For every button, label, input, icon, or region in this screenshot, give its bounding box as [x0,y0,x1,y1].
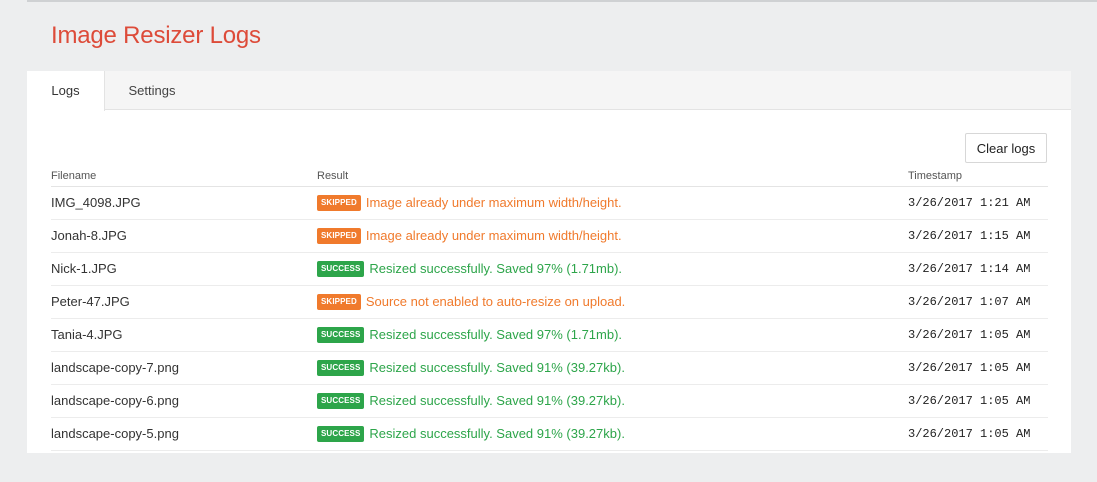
filename-cell: Peter-47.JPG [51,285,317,319]
timestamp-cell: 3/26/2017 1:05 AM [908,417,1048,451]
clear-logs-button[interactable]: Clear logs [965,133,1047,163]
top-divider [27,0,1097,2]
logs-table-body: IMG_4098.JPG SKIPPED Image already under m… [51,186,1048,451]
table-row: Nick-1.JPG SUCCESS Resized successfully. S… [51,252,1048,286]
success-status-badge: SUCCESS [317,260,365,277]
result-cell: SKIPPED Image already under maximum width… [317,219,908,253]
result-cell: SUCCESS Resized successfully. Saved 97% (… [317,252,908,286]
table-row: landscape-copy-7.png SUCCESS Resized succe… [51,351,1048,385]
timestamp-cell: 3/26/2017 1:05 AM [908,351,1048,385]
result-cell: SUCCESS Resized successfully. Saved 97% (… [317,318,908,352]
timestamp-cell: 3/26/2017 1:21 AM [908,186,1048,220]
filename-cell: Nick-1.JPG [51,252,317,286]
table-row: Jonah-8.JPG SKIPPED Image already under ma… [51,219,1048,253]
skipped-status-badge: SKIPPED [317,194,361,211]
result-message: Image already under maximum width/height… [365,195,622,211]
success-status-badge: SUCCESS [317,392,365,409]
tab-bar: Logs Settings [27,71,1071,111]
timestamp-cell: 3/26/2017 1:05 AM [908,318,1048,352]
result-message: Resized successfully. Saved 97% (1.71mb)… [369,327,623,343]
success-status-badge: SUCCESS [317,425,365,442]
success-status-badge: SUCCESS [317,359,365,376]
logs-panel: Logs Settings Clear logs Filename Result… [27,71,1071,453]
result-cell: SUCCESS Resized successfully. Saved 91% (… [317,417,908,451]
column-header-result: Result [317,166,908,187]
table-header-row: Filename Result Timestamp [51,166,1048,187]
filename-cell: Jonah-8.JPG [51,219,317,253]
timestamp-cell: 3/26/2017 1:15 AM [908,219,1048,253]
skipped-status-badge: SKIPPED [317,227,361,244]
timestamp-cell: 3/26/2017 1:14 AM [908,252,1048,286]
result-message: Image already under maximum width/height… [365,228,622,244]
tab-logs[interactable]: Logs [27,71,105,111]
success-status-badge: SUCCESS [317,326,365,343]
filename-cell: landscape-copy-6.png [51,384,317,418]
filename-cell: landscape-copy-5.png [51,417,317,451]
timestamp-cell: 3/26/2017 1:05 AM [908,384,1048,418]
result-message: Resized successfully. Saved 91% (39.27kb… [369,393,625,409]
result-message: Resized successfully. Saved 91% (39.27kb… [369,360,625,376]
filename-cell: IMG_4098.JPG [51,186,317,220]
result-message: Resized successfully. Saved 97% (1.71mb)… [369,261,623,277]
table-row: landscape-copy-5.png SUCCESS Resized succe… [51,417,1048,451]
result-message: Resized successfully. Saved 91% (39.27kb… [369,426,625,442]
table-row: Peter-47.JPG SKIPPED Source not enabled to… [51,285,1048,319]
result-message: Source not enabled to auto-resize on upl… [365,294,626,310]
filename-cell: Tania-4.JPG [51,318,317,352]
logs-table: Filename Result Timestamp IMG_4098.JPG SK… [51,166,1048,451]
table-row: IMG_4098.JPG SKIPPED Image already under m… [51,186,1048,220]
table-row: Tania-4.JPG SUCCESS Resized successfully. … [51,318,1048,352]
result-cell: SKIPPED Image already under maximum width… [317,186,908,220]
table-row: landscape-copy-6.png SUCCESS Resized succe… [51,384,1048,418]
result-cell: SUCCESS Resized successfully. Saved 91% (… [317,384,908,418]
timestamp-cell: 3/26/2017 1:07 AM [908,285,1048,319]
column-header-timestamp: Timestamp [908,166,1048,187]
column-header-filename: Filename [51,166,317,187]
filename-cell: landscape-copy-7.png [51,351,317,385]
tab-settings[interactable]: Settings [105,71,199,110]
result-cell: SUCCESS Resized successfully. Saved 91% (… [317,351,908,385]
skipped-status-badge: SKIPPED [317,293,361,310]
page-title: Image Resizer Logs [51,22,261,49]
result-cell: SKIPPED Source not enabled to auto-resize… [317,285,908,319]
